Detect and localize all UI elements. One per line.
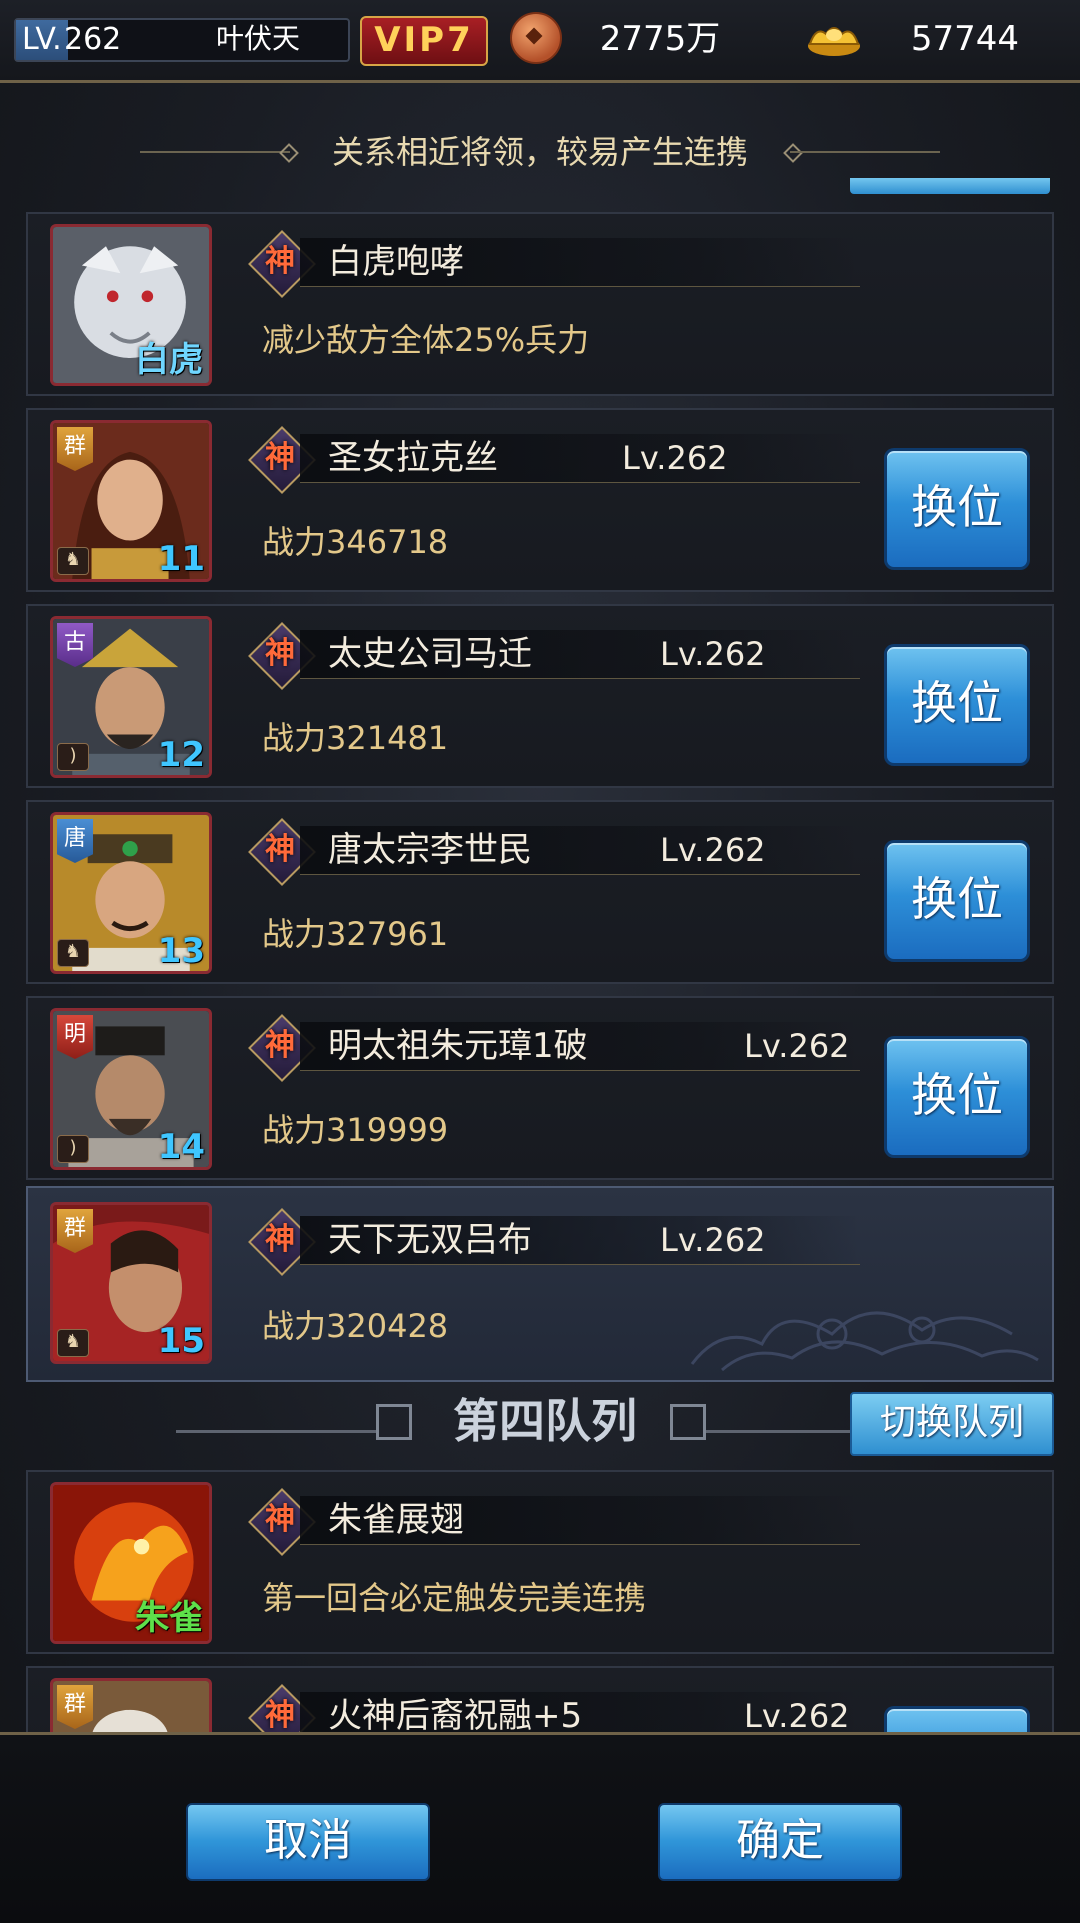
cancel-button[interactable]: 取消 <box>186 1803 430 1881</box>
relation-hint: 关系相近将领，较易产生连携 <box>0 130 1080 174</box>
skill-description: 第一回合必定触发完美连携 <box>262 1579 647 1617</box>
confirm-button[interactable]: 确定 <box>658 1803 902 1881</box>
skill-name: 朱雀展翅 <box>328 1500 464 1540</box>
hero-portrait[interactable]: 群 ♞ 15 <box>50 1202 212 1364</box>
faction-badge: 群 <box>57 427 93 471</box>
faction-badge: 明 <box>57 1015 93 1059</box>
hero-level: Lv.262 <box>744 1027 850 1065</box>
faction-badge: 唐 <box>57 819 93 863</box>
archer-icon: ) <box>57 1135 89 1163</box>
beast-row: 白虎 神 白虎咆哮 减少敌方全体25%兵力 <box>26 212 1054 396</box>
faction-badge: 群 <box>57 1209 93 1253</box>
beast-portrait[interactable]: 白虎 <box>50 224 212 386</box>
switch-queue-button[interactable]: 切换队列 <box>850 1392 1054 1456</box>
hero-level: Lv.262 <box>660 1221 766 1259</box>
beast-portrait[interactable]: 朱雀 <box>50 1482 212 1644</box>
slot-number: 11 <box>157 539 205 579</box>
skill-name: 白虎咆哮 <box>328 242 464 282</box>
swap-position-button[interactable]: 换位 <box>884 644 1030 766</box>
skill-description: 减少敌方全体25%兵力 <box>262 321 590 359</box>
swap-position-button[interactable]: 换位 <box>884 1036 1030 1158</box>
hero-portrait[interactable]: 群 ♞ 11 <box>50 420 212 582</box>
slot-number: 12 <box>157 735 205 775</box>
hero-power: 战力346718 <box>262 523 449 561</box>
hero-row: 唐 ♞ 13 神 唐太宗李世民 Lv.262 战力327961 换位 <box>26 800 1054 984</box>
beast-row: 朱雀 神 朱雀展翅 第一回合必定触发完美连携 <box>26 1470 1054 1654</box>
hero-name: 天下无双吕布 <box>328 1220 532 1260</box>
divider-line <box>706 1430 856 1433</box>
hero-level: Lv.262 <box>622 439 728 477</box>
archer-icon: ) <box>57 743 89 771</box>
hero-portrait[interactable]: 明 ) 14 <box>50 1008 212 1170</box>
hero-row: 明 ) 14 神 明太祖朱元璋1破 Lv.262 战力319999 换位 <box>26 996 1054 1180</box>
cavalry-icon: ♞ <box>57 1329 89 1357</box>
hero-power: 战力327961 <box>262 915 449 953</box>
vip-badge[interactable]: VIP7 <box>360 16 488 66</box>
hero-name: 太史公司马迁 <box>328 634 532 674</box>
divider-line <box>790 151 940 153</box>
swap-position-button[interactable]: 换位 <box>884 840 1030 962</box>
hero-name: 圣女拉克丝 <box>328 438 498 478</box>
beast-name: 白虎 <box>135 340 203 380</box>
player-level-box: LV. 262 叶伏天 <box>14 18 350 62</box>
swap-position-button[interactable]: 换位 <box>884 448 1030 570</box>
cloud-pattern-icon <box>690 1311 1039 1372</box>
hero-power: 战力320428 <box>262 1307 449 1345</box>
hero-name: 明太祖朱元璋1破 <box>328 1026 588 1066</box>
hero-portrait[interactable]: 古 ) 12 <box>50 616 212 778</box>
hero-power: 战力319999 <box>262 1111 449 1149</box>
hero-portrait[interactable]: 唐 ♞ 13 <box>50 812 212 974</box>
faction-badge: 群 <box>57 1685 93 1729</box>
cavalry-icon: ♞ <box>57 939 89 967</box>
slot-number: 14 <box>157 1127 205 1167</box>
beast-name: 朱雀 <box>135 1598 203 1638</box>
copper-amount: 2775万 <box>599 19 721 59</box>
level-label: LV. <box>16 20 68 60</box>
faction-badge: 古 <box>57 623 93 667</box>
copper-coin-icon <box>510 12 562 64</box>
hero-row: 古 ) 12 神 太史公司马迁 Lv.262 战力321481 换位 <box>26 604 1054 788</box>
gold-amount: 57744 <box>910 19 1020 59</box>
switch-queue-button-peek[interactable] <box>850 178 1050 194</box>
hero-power: 战力321481 <box>262 719 449 757</box>
hero-level: Lv.262 <box>660 831 766 869</box>
hero-row-selected[interactable]: 群 ♞ 15 神 天下无双吕布 Lv.262 战力320428 <box>26 1186 1054 1382</box>
slot-number: 15 <box>157 1321 205 1361</box>
bottom-action-bar: 取消 确定 <box>0 1732 1080 1923</box>
player-name: 叶伏天 <box>216 22 301 55</box>
meander-ornament-icon <box>670 1404 706 1440</box>
hero-name: 唐太宗李世民 <box>328 830 532 870</box>
slot-number: 13 <box>157 931 205 971</box>
level-value: 262 <box>64 22 122 57</box>
top-status-bar: LV. 262 叶伏天 VIP7 2775万 57744 <box>0 0 1080 83</box>
hero-row: 群 ♞ 11 神 圣女拉克丝 Lv.262 战力346718 换位 <box>26 408 1054 592</box>
cavalry-icon: ♞ <box>57 547 89 575</box>
gold-ingot-icon <box>808 27 860 56</box>
hero-level: Lv.262 <box>660 635 766 673</box>
